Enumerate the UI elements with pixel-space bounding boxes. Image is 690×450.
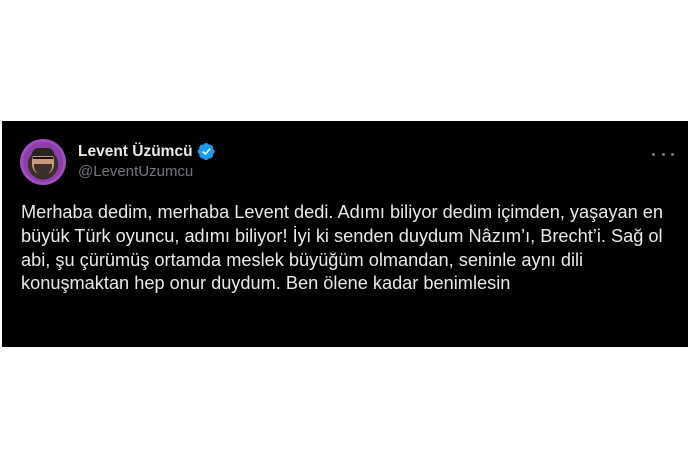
avatar[interactable]	[20, 139, 66, 185]
author-display-name[interactable]: Levent Üzümcü	[78, 142, 193, 161]
tweet-header: Levent Üzümcü @LeventUzumcu	[20, 137, 674, 187]
more-options-icon[interactable]	[652, 147, 674, 161]
verified-badge-icon	[197, 142, 216, 161]
author-info: Levent Üzümcü @LeventUzumcu	[78, 142, 216, 182]
author-handle[interactable]: @LeventUzumcu	[78, 163, 216, 182]
tweet-text: Merhaba dedim, merhaba Levent dedi. Adım…	[21, 202, 663, 294]
tweet-card: Levent Üzümcü @LeventUzumcu Merhaba dedi…	[2, 121, 688, 347]
